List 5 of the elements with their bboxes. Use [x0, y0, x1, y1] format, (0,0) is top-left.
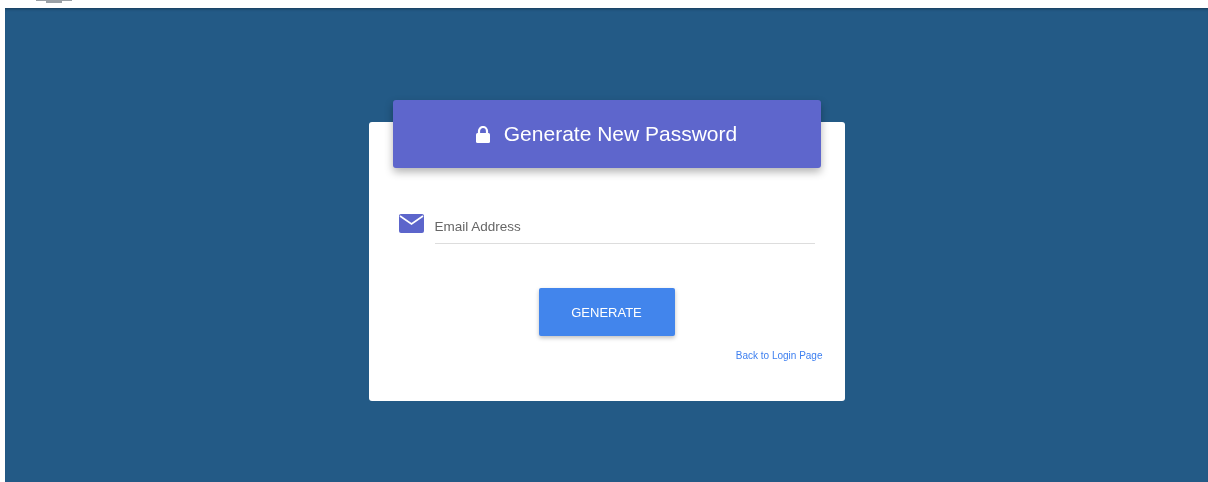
- envelope-icon: [398, 214, 424, 233]
- header-title: Generate New Password: [503, 122, 738, 146]
- back-to-login-link[interactable]: Back to Login Page: [735, 350, 823, 361]
- lock-icon: [475, 125, 490, 143]
- generate-button[interactable]: GENERATE: [538, 288, 675, 336]
